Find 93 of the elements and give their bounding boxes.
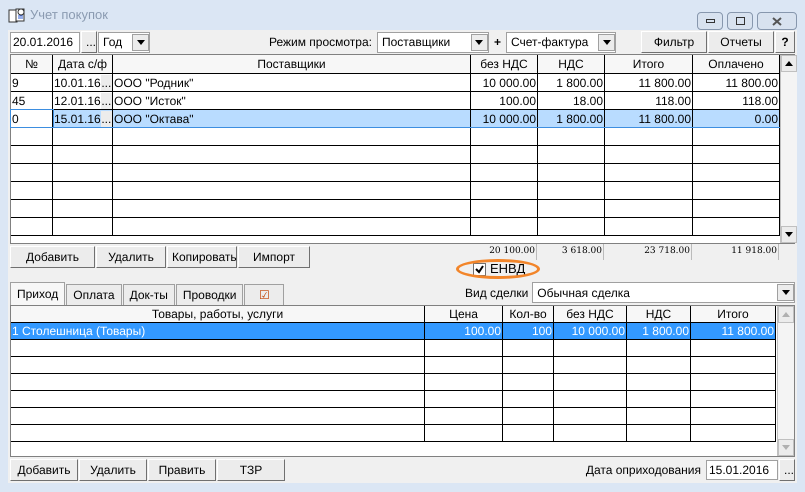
tab[interactable]: Оплата	[66, 284, 122, 305]
table-cell-text: 0.00	[754, 110, 778, 128]
tab[interactable]: Проводки	[176, 284, 244, 305]
table-cell-text: ООО "Октава"	[114, 110, 194, 128]
period-dropdown[interactable]: Год	[98, 32, 150, 52]
deal-type-dropdown[interactable]: Обычная сделка	[532, 282, 795, 303]
action-button[interactable]: Править	[148, 459, 216, 481]
column-header: Поставщики	[113, 55, 471, 73]
table-row[interactable]: 45 12.01.16... ООО "Исток" 100.00 18.00 118.00 118.00	[11, 92, 780, 110]
table-cell-text: 12.01.16	[54, 92, 101, 110]
toolbar-button[interactable]: Фильтр	[641, 31, 707, 53]
action-button[interactable]: ТЗР	[217, 459, 285, 481]
down-arrow-icon	[785, 232, 793, 237]
help-button[interactable]: ?	[775, 31, 795, 53]
date-picker-button[interactable]: ...	[779, 459, 795, 481]
total-value: 11 918.00	[731, 245, 777, 258]
envd-checkbox[interactable]	[473, 262, 486, 276]
column-header: Цена	[425, 306, 503, 322]
table-cell-text: 9	[12, 74, 19, 92]
down-arrow-icon	[782, 445, 790, 450]
date-field[interactable]: 20.01.2016	[10, 32, 80, 52]
table-cell-text: 1 800.00	[556, 74, 603, 92]
table-cell-text: 100.00	[464, 323, 501, 340]
view-mode-label: Режим просмотра:	[268, 34, 372, 51]
tab[interactable]: ☑	[244, 284, 284, 305]
scroll-up-button[interactable]	[781, 55, 797, 72]
action-button[interactable]: Добавить	[10, 246, 95, 268]
table-cell-text: 11 800.00	[638, 74, 691, 92]
column-header: №	[11, 55, 53, 73]
table-cell-text: ООО "Исток"	[114, 92, 186, 110]
action-button[interactable]: Импорт	[238, 246, 310, 268]
table-cell-text: 0	[12, 110, 19, 128]
deal-type-label: Вид сделки	[465, 284, 528, 302]
table-row[interactable]: 0 15.01.16... ООО "Октава" 10 000.00 1 800.00 11 800.00 0.00	[11, 110, 780, 128]
toolbar-button[interactable]: Отчеты	[708, 31, 774, 53]
close-icon	[772, 16, 782, 26]
window-title: Учет покупок	[30, 6, 108, 24]
table-cell-text: 15.01.16	[54, 110, 101, 128]
column-header: Итого	[691, 306, 776, 322]
minimize-button[interactable]	[697, 12, 723, 30]
table-cell-text: ООО "Родник"	[114, 74, 194, 92]
date-picker-button[interactable]: ...	[81, 31, 97, 53]
date-picker-button[interactable]: ...	[100, 74, 112, 90]
table-cell-text: 18.00	[572, 92, 603, 110]
column-header: НДС	[538, 55, 605, 73]
up-arrow-icon	[785, 61, 793, 66]
plus-sign: +	[492, 34, 502, 51]
column-header: Товары, работы, услуги	[11, 306, 425, 322]
column-header: без НДС	[471, 55, 538, 73]
table-cell-text: 118.00	[655, 92, 691, 110]
tab[interactable]: Док-ты	[122, 284, 175, 305]
view-mode-dropdown[interactable]: Поставщики	[376, 32, 489, 52]
table-row[interactable]: 9 10.01.16... ООО "Родник" 10 000.00 1 800.00 11 800.00 11 800.00	[11, 74, 780, 92]
action-button[interactable]: Добавить	[10, 459, 78, 481]
document-type-dropdown[interactable]: Счет-фактура	[506, 32, 616, 52]
column-header: НДС	[627, 306, 691, 322]
table-cell-text: 11 800.00	[722, 323, 774, 340]
table-cell-text: 11 800.00	[726, 74, 778, 92]
total-value: 23 718.00	[644, 245, 690, 258]
table-cell-text: 1 800.00	[556, 110, 603, 128]
column-header: Кол-во	[503, 306, 554, 322]
table-cell-text: 100	[532, 323, 552, 340]
close-button[interactable]	[757, 12, 797, 30]
app-icon	[8, 7, 26, 23]
column-header: Оплачено	[693, 55, 780, 73]
date-picker-button[interactable]: ...	[100, 110, 112, 126]
column-header: без НДС	[554, 306, 627, 322]
table-cell-text: 10.01.16	[54, 74, 101, 92]
table-cell-text: 10 000.00	[482, 74, 536, 92]
receipt-date-field[interactable]: 15.01.2016	[706, 460, 778, 480]
tab[interactable]: Приход	[10, 282, 66, 305]
action-button[interactable]: Копировать	[167, 246, 237, 268]
receipt-date-label: Дата оприходования	[586, 462, 701, 479]
scroll-down-button[interactable]	[781, 226, 797, 243]
table-cell-text: 100.00	[499, 92, 536, 110]
total-value: 3 618.00	[562, 245, 602, 258]
table-cell-text: 11 800.00	[638, 110, 691, 128]
envd-label: ЕНВД	[490, 260, 526, 278]
column-header: Дата с/ф	[53, 55, 113, 73]
table-cell-text: 1 800.00	[642, 323, 689, 340]
maximize-button[interactable]	[727, 12, 753, 30]
column-header: Итого	[605, 55, 693, 73]
table-cell-text: 10 000.00	[572, 323, 625, 340]
table-cell-text: 118.00	[742, 92, 778, 110]
table-cell-text: 45	[12, 92, 26, 110]
action-button[interactable]: Удалить	[79, 459, 147, 481]
scrollbar[interactable]	[780, 55, 797, 243]
table-cell-text: 1 Столешница (Товары)	[12, 323, 146, 340]
table-cell-text: 10 000.00	[482, 110, 536, 128]
date-picker-button[interactable]: ...	[100, 92, 112, 108]
up-arrow-icon	[782, 312, 790, 317]
action-button[interactable]: Удалить	[96, 246, 166, 268]
total-value: 20 100.00	[489, 245, 535, 258]
